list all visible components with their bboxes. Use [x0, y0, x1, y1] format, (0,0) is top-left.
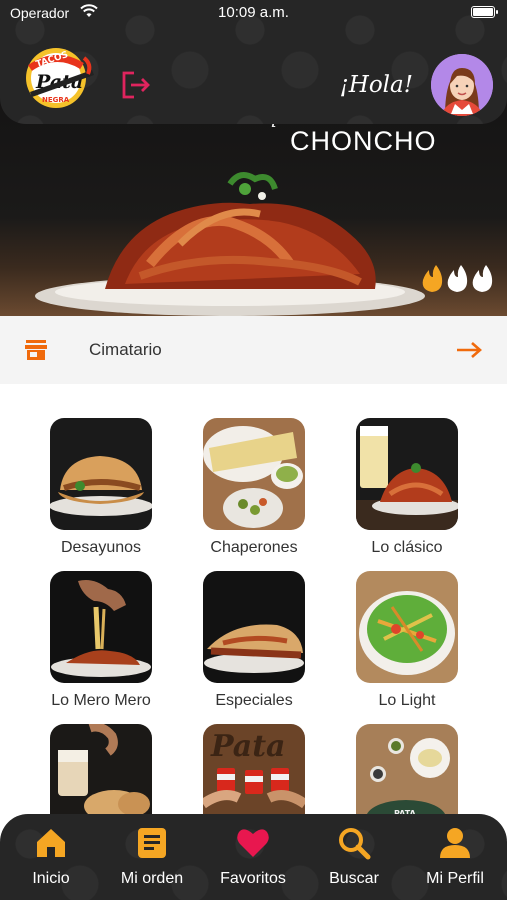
tacos-pata-negra-logo: TACOS Pata NEGRA: [26, 48, 94, 108]
order-icon: [138, 828, 166, 858]
tacos-plate-image: [35, 172, 425, 316]
arrow-right-icon[interactable]: [455, 340, 483, 360]
flame-icon: [472, 265, 493, 292]
user-icon: [440, 828, 470, 858]
lo-light-image: [356, 571, 458, 683]
status-bar: Operador 10:09 a.m.: [0, 0, 507, 26]
category-label: Lo clásico: [371, 539, 443, 556]
flame-icon: [422, 265, 443, 292]
category-label: Especiales: [215, 692, 293, 709]
bottom-navigation: Inicio Mi orden Favoritos Buscar Mi Perf…: [0, 814, 507, 900]
lo-mero-mero-image: [50, 571, 152, 683]
woman-avatar-icon: [431, 54, 493, 116]
svg-text:NEGRA: NEGRA: [42, 96, 70, 104]
lo-clasico-image: [356, 418, 458, 530]
flame-icon: [447, 265, 468, 292]
nav-item-inicio[interactable]: Inicio: [1, 826, 101, 888]
svg-text:Pata: Pata: [210, 729, 286, 764]
status-time: 10:09 a.m.: [218, 4, 289, 21]
category-chaperones[interactable]: Chaperones: [179, 418, 329, 557]
logout-icon[interactable]: [120, 70, 152, 100]
chaperones-image: [203, 418, 305, 530]
user-avatar[interactable]: [431, 54, 493, 116]
nav-label: Inicio: [32, 870, 70, 887]
home-icon: [37, 829, 65, 857]
hero-banner[interactable]: te quiero bien CHONCHO: [0, 96, 507, 316]
store-selector[interactable]: Cimatario: [0, 316, 507, 384]
category-desayunos[interactable]: Desayunos: [26, 418, 176, 557]
store-icon: [25, 340, 47, 360]
category-label: Desayunos: [60, 539, 142, 556]
nav-item-mi-orden[interactable]: Mi orden: [102, 826, 202, 888]
desayunos-image: [50, 418, 152, 530]
category-lo-clasico[interactable]: Lo clásico: [332, 418, 482, 557]
nav-item-buscar[interactable]: Buscar: [304, 826, 404, 888]
app-header: Operador 10:09 a.m. TACOS Pata NEGRA ¡Ho…: [0, 0, 507, 124]
category-lo-mero-mero[interactable]: Lo Mero Mero: [26, 571, 176, 710]
nav-label: Buscar: [329, 870, 379, 887]
nav-label: Mi orden: [120, 870, 184, 887]
heart-icon: [237, 829, 269, 857]
search-icon: [339, 828, 371, 860]
especiales-image: [203, 571, 305, 683]
store-name: Cimatario: [89, 340, 162, 359]
spice-level-icons: [422, 265, 493, 292]
category-lo-light[interactable]: Lo Light: [332, 571, 482, 710]
category-label: Lo Light: [378, 692, 436, 709]
nav-label: Mi Perfil: [426, 870, 484, 887]
category-especiales[interactable]: Especiales: [179, 571, 329, 710]
nav-item-favoritos[interactable]: Favoritos: [203, 826, 303, 888]
category-label: Chaperones: [210, 539, 298, 556]
greeting-text: ¡Hola!: [339, 72, 413, 98]
nav-item-mi-perfil[interactable]: Mi Perfil: [405, 826, 505, 888]
battery-icon: [471, 6, 498, 18]
category-label: Lo Mero Mero: [51, 692, 151, 709]
nav-label: Favoritos: [220, 870, 286, 887]
